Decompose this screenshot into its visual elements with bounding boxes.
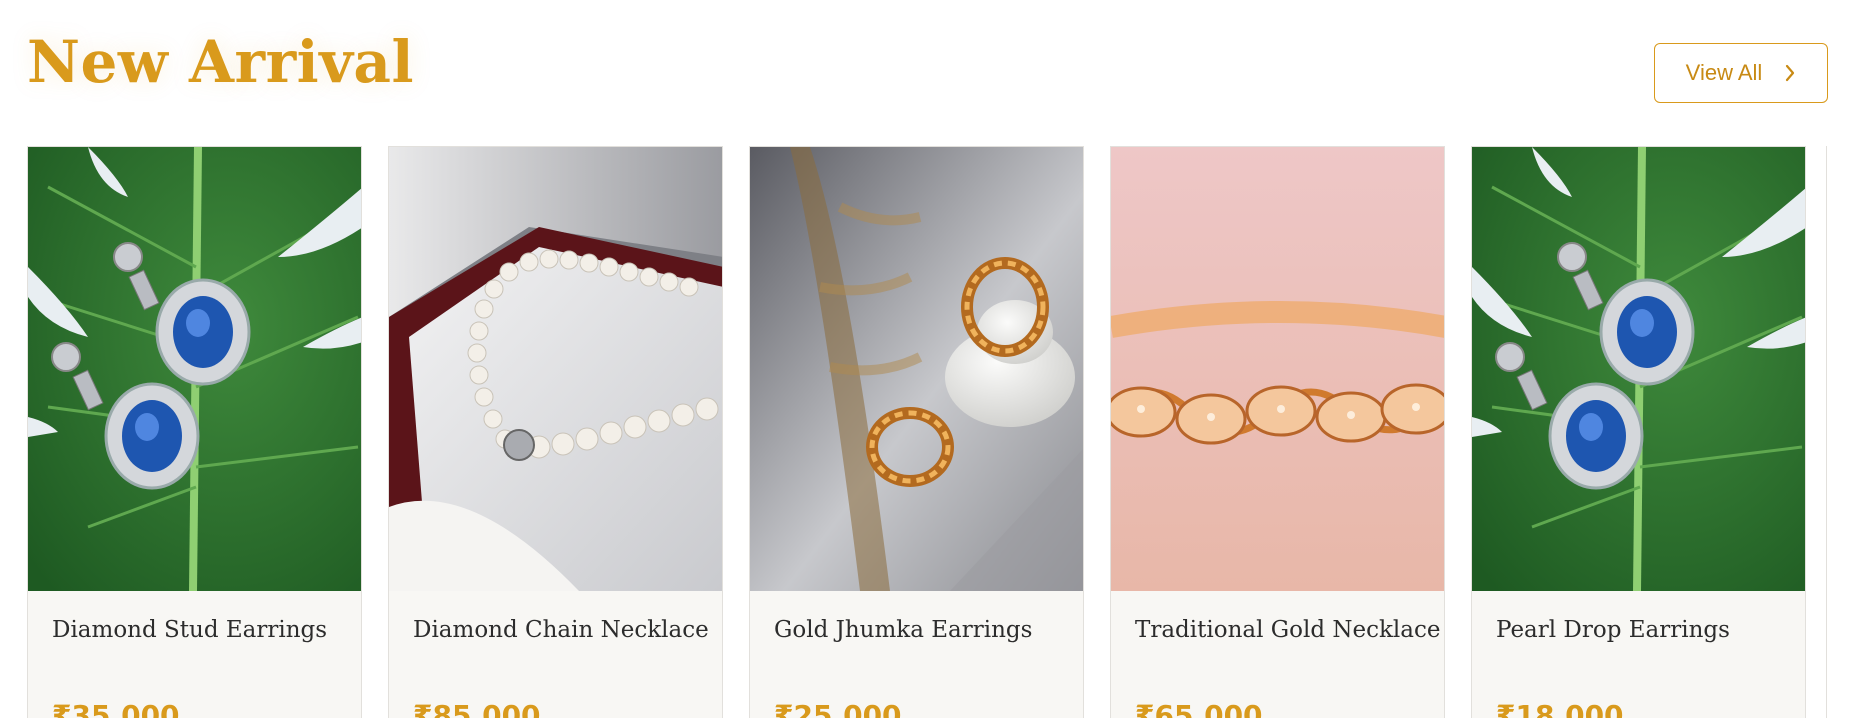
product-image[interactable] <box>389 147 722 591</box>
section-title: New Arrival <box>27 28 415 96</box>
product-card[interactable]: Gold Jhumka Earrings ₹25,000 <box>749 146 1084 718</box>
product-name[interactable]: Traditional Gold Necklace <box>1135 617 1441 643</box>
product-name[interactable]: Gold Jhumka Earrings <box>774 617 1074 643</box>
product-card[interactable]: Pearl Drop Earrings ₹18,000 <box>1471 146 1806 718</box>
product-image[interactable] <box>750 147 1083 591</box>
product-image[interactable] <box>28 147 361 591</box>
chevron-right-icon <box>1784 64 1796 82</box>
product-image[interactable] <box>1111 147 1444 591</box>
view-all-button[interactable]: View All <box>1654 43 1828 103</box>
product-price: ₹85,000 <box>413 699 541 718</box>
view-all-label: View All <box>1685 60 1763 85</box>
product-image[interactable] <box>1472 147 1805 591</box>
product-name[interactable]: Diamond Chain Necklace <box>413 617 713 643</box>
product-price: ₹65,000 <box>1135 699 1263 718</box>
product-card[interactable]: Diamond Chain Necklace ₹85,000 <box>388 146 723 718</box>
product-card[interactable]: Traditional Gold Necklace ₹65,000 <box>1110 146 1445 718</box>
next-card-peek <box>1826 146 1851 718</box>
product-card[interactable]: Diamond Stud Earrings ₹35,000 <box>27 146 362 718</box>
product-price: ₹35,000 <box>52 699 180 718</box>
product-name[interactable]: Pearl Drop Earrings <box>1496 617 1796 643</box>
product-name[interactable]: Diamond Stud Earrings <box>52 617 352 643</box>
product-price: ₹18,000 <box>1496 699 1624 718</box>
product-price: ₹25,000 <box>774 699 902 718</box>
